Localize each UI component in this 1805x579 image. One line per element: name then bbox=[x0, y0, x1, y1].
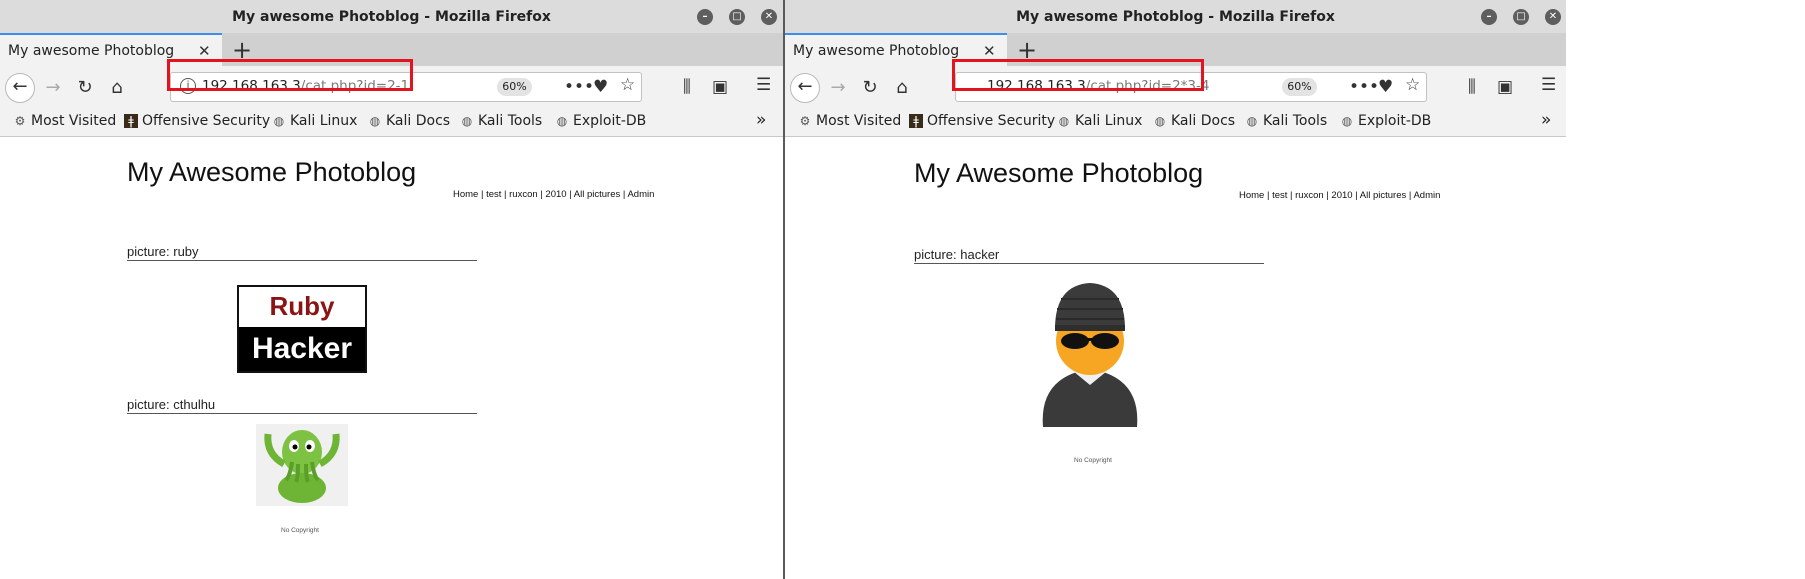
hacker-text: Hacker bbox=[239, 327, 365, 371]
cthulhu-drawing bbox=[264, 430, 340, 503]
bookmark-label: Kali Linux bbox=[290, 113, 358, 129]
globe-icon: ◍ bbox=[273, 114, 285, 128]
pocket-icon[interactable]: ♥ bbox=[593, 77, 608, 97]
globe-icon: ◍ bbox=[556, 114, 568, 128]
bookmark-most-visited[interactable]: ⚙ Most Visited bbox=[13, 113, 117, 129]
bookmark-most-visited[interactable]: ⚙ Most Visited bbox=[798, 113, 902, 129]
cthulhu-image[interactable] bbox=[256, 424, 348, 506]
bookmark-star-icon[interactable]: ☆ bbox=[620, 75, 635, 95]
right-window-titlebar: My awesome Photoblog - Mozilla Firefox –… bbox=[785, 0, 1566, 33]
bookmark-kali-linux[interactable]: ◍ Kali Linux bbox=[1057, 113, 1143, 129]
reload-icon[interactable]: ↻ bbox=[70, 73, 100, 103]
bookmarks-toolbar: ⚙ Most Visited ǂ Offensive Security ◍ Kali … bbox=[0, 110, 783, 137]
page-title: My Awesome Photoblog bbox=[127, 157, 417, 187]
bookmark-label: Kali Linux bbox=[1075, 113, 1143, 129]
globe-icon: ◍ bbox=[461, 114, 473, 128]
home-icon[interactable]: ⌂ bbox=[102, 73, 132, 103]
back-icon[interactable]: ← bbox=[790, 73, 820, 103]
picture-label: picture: hacker bbox=[914, 247, 1264, 264]
maximize-icon[interactable]: □ bbox=[729, 9, 745, 25]
right-window-title: My awesome Photoblog - Mozilla Firefox bbox=[1016, 9, 1335, 25]
close-tab-icon[interactable]: ✕ bbox=[198, 42, 211, 60]
footer-copyright: No Copyright bbox=[281, 527, 319, 534]
sidebar-icon[interactable]: ▣ bbox=[712, 77, 728, 97]
picture-label: picture: cthulhu bbox=[127, 397, 477, 414]
bookmark-label: Kali Tools bbox=[478, 113, 543, 129]
globe-icon: ◍ bbox=[1154, 114, 1166, 128]
bookmark-label: Most Visited bbox=[31, 113, 117, 129]
bookmark-label: Exploit-DB bbox=[1358, 113, 1432, 129]
bookmark-kali-tools[interactable]: ◍ Kali Tools bbox=[1245, 113, 1327, 129]
offsec-icon: ǂ bbox=[124, 114, 138, 128]
url-highlight-box bbox=[167, 59, 413, 91]
gear-icon: ⚙ bbox=[14, 114, 26, 128]
bookmark-label: Exploit-DB bbox=[573, 113, 647, 129]
globe-icon: ◍ bbox=[1058, 114, 1070, 128]
close-tab-icon[interactable]: ✕ bbox=[983, 42, 996, 60]
more-actions-icon[interactable]: ••• bbox=[564, 77, 594, 97]
close-window-icon[interactable]: ✕ bbox=[1545, 9, 1561, 25]
globe-icon: ◍ bbox=[1246, 114, 1258, 128]
left-window-title: My awesome Photoblog - Mozilla Firefox bbox=[232, 9, 551, 25]
globe-icon: ◍ bbox=[369, 114, 381, 128]
tab-title: My awesome Photoblog bbox=[8, 43, 175, 59]
bookmark-exploit-db[interactable]: ◍ Exploit-DB bbox=[555, 113, 647, 129]
bookmark-kali-docs[interactable]: ◍ Kali Docs bbox=[368, 113, 450, 129]
bookmark-label: Offensive Security bbox=[927, 113, 1056, 129]
left-window-titlebar: My awesome Photoblog - Mozilla Firefox –… bbox=[0, 0, 783, 33]
bookmark-exploit-db[interactable]: ◍ Exploit-DB bbox=[1340, 113, 1432, 129]
top-nav-links[interactable]: Home | test | ruxcon | 2010 | All pictur… bbox=[453, 189, 654, 200]
url-highlight-box bbox=[952, 59, 1204, 91]
gear-icon: ⚙ bbox=[799, 114, 811, 128]
bookmark-label: Kali Tools bbox=[1263, 113, 1328, 129]
bookmark-kali-linux[interactable]: ◍ Kali Linux bbox=[272, 113, 358, 129]
bookmark-label: Offensive Security bbox=[142, 113, 271, 129]
sidebar-icon[interactable]: ▣ bbox=[1497, 77, 1513, 97]
bookmark-star-icon[interactable]: ☆ bbox=[1405, 75, 1420, 95]
top-nav-links[interactable]: Home | test | ruxcon | 2010 | All pictur… bbox=[1239, 190, 1440, 201]
back-icon[interactable]: ← bbox=[5, 73, 35, 103]
reload-icon[interactable]: ↻ bbox=[855, 73, 885, 103]
ruby-hacker-image[interactable]: Ruby Hacker bbox=[237, 285, 367, 373]
bookmark-label: Most Visited bbox=[816, 113, 902, 129]
zoom-indicator[interactable]: 60% bbox=[497, 78, 532, 96]
forward-icon[interactable]: → bbox=[823, 73, 853, 103]
bookmark-label: Kali Docs bbox=[386, 113, 451, 129]
library-icon[interactable]: ⫼ bbox=[683, 77, 691, 97]
overflow-chevron-icon[interactable]: » bbox=[1541, 110, 1551, 130]
close-window-icon[interactable]: ✕ bbox=[761, 9, 777, 25]
pocket-icon[interactable]: ♥ bbox=[1378, 77, 1393, 97]
zoom-indicator[interactable]: 60% bbox=[1282, 78, 1317, 96]
globe-icon: ◍ bbox=[1341, 114, 1353, 128]
menu-icon[interactable]: ☰ bbox=[1541, 75, 1556, 95]
library-icon[interactable]: ⫼ bbox=[1468, 77, 1476, 97]
more-actions-icon[interactable]: ••• bbox=[1349, 77, 1379, 97]
offsec-icon: ǂ bbox=[909, 114, 923, 128]
page-content: My Awesome Photoblog Home | test | ruxco… bbox=[0, 137, 783, 579]
minimize-icon[interactable]: – bbox=[697, 9, 713, 25]
page-content: My Awesome Photoblog Home | test | ruxco… bbox=[785, 137, 1566, 579]
bookmark-kali-tools[interactable]: ◍ Kali Tools bbox=[460, 113, 542, 129]
forward-icon[interactable]: → bbox=[38, 73, 68, 103]
page-title: My Awesome Photoblog bbox=[914, 158, 1204, 188]
bookmark-offensive-security[interactable]: ǂ Offensive Security bbox=[124, 113, 270, 129]
ruby-text: Ruby bbox=[269, 291, 335, 321]
bookmark-kali-docs[interactable]: ◍ Kali Docs bbox=[1153, 113, 1235, 129]
maximize-icon[interactable]: □ bbox=[1513, 9, 1529, 25]
footer-copyright: No Copyright bbox=[1074, 457, 1112, 464]
menu-icon[interactable]: ☰ bbox=[756, 75, 771, 95]
minimize-icon[interactable]: – bbox=[1481, 9, 1497, 25]
overflow-chevron-icon[interactable]: » bbox=[756, 110, 766, 130]
bookmarks-toolbar: ⚙ Most Visited ǂ Offensive Security ◍ Kali … bbox=[785, 110, 1566, 137]
home-icon[interactable]: ⌂ bbox=[887, 73, 917, 103]
picture-label: picture: ruby bbox=[127, 244, 477, 261]
hacker-image[interactable] bbox=[1035, 277, 1145, 437]
bookmark-label: Kali Docs bbox=[1171, 113, 1236, 129]
hacker-drawing bbox=[1042, 283, 1138, 427]
bookmark-offensive-security[interactable]: ǂ Offensive Security bbox=[909, 113, 1055, 129]
tab-title: My awesome Photoblog bbox=[793, 43, 960, 59]
